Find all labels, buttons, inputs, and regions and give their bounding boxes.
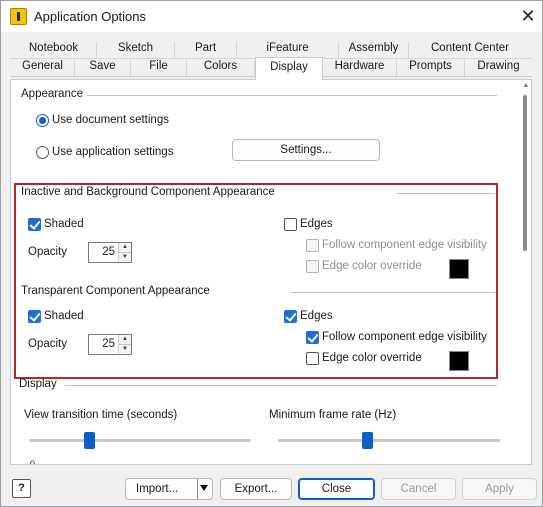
slider-tick-partial: 0: [30, 459, 36, 464]
transparent-edges-label[interactable]: Edges: [300, 310, 333, 322]
use-document-settings-label[interactable]: Use document settings: [52, 114, 169, 126]
spin-up-icon[interactable]: ▲: [118, 243, 131, 252]
spin-up-icon[interactable]: ▲: [118, 335, 131, 344]
tab-display[interactable]: Display: [255, 57, 323, 80]
spin-down-icon[interactable]: ▼: [118, 252, 131, 261]
help-icon[interactable]: ?: [12, 479, 31, 498]
min-frame-rate-track[interactable]: [278, 439, 500, 442]
panel-scrollbar[interactable]: ▲: [521, 81, 531, 463]
tab-hardware[interactable]: Hardware: [323, 60, 397, 77]
transparent-edge-color-swatch[interactable]: [449, 351, 469, 371]
use-application-settings-label[interactable]: Use application settings: [52, 146, 173, 158]
inactive-opacity-spinner[interactable]: 25 ▲ ▼: [88, 242, 132, 263]
inactive-follow-edge-checkbox[interactable]: [306, 239, 319, 252]
settings-button[interactable]: Settings...: [232, 139, 380, 161]
tab-file[interactable]: File: [131, 60, 187, 77]
close-icon[interactable]: ✕: [517, 5, 539, 27]
export-button[interactable]: Export...: [220, 478, 292, 500]
scroll-thumb[interactable]: [523, 95, 527, 251]
tab-save[interactable]: Save: [75, 60, 131, 77]
min-frame-rate-slider-thumb[interactable]: [361, 432, 373, 449]
import-split-divider: [197, 479, 198, 499]
tab-drawing[interactable]: Drawing: [465, 60, 532, 77]
transparent-edge-color-override-checkbox[interactable]: [306, 352, 319, 365]
transparent-opacity-value[interactable]: 25: [93, 338, 115, 350]
use-document-settings-radio[interactable]: [36, 114, 49, 127]
transparent-divider: [291, 292, 495, 293]
use-application-settings-radio[interactable]: [36, 146, 49, 159]
view-transition-slider-thumb[interactable]: [83, 432, 95, 449]
inactive-shaded-label[interactable]: Shaded: [44, 218, 84, 230]
inactive-heading: Inactive and Background Component Appear…: [21, 186, 275, 198]
inactive-divider: [397, 193, 495, 194]
transparent-shaded-label[interactable]: Shaded: [44, 310, 84, 322]
tab-assembly[interactable]: Assembly: [339, 42, 409, 59]
transparent-shaded-checkbox[interactable]: [28, 310, 41, 323]
view-transition-label: View transition time (seconds): [24, 409, 178, 421]
window-title: Application Options: [34, 9, 147, 24]
cancel-button[interactable]: Cancel: [381, 478, 456, 500]
inactive-shaded-checkbox[interactable]: [28, 218, 41, 231]
inactive-opacity-value[interactable]: 25: [93, 246, 115, 258]
tab-notebook[interactable]: Notebook: [11, 42, 97, 59]
inactive-follow-edge-label: Follow component edge visibility: [322, 239, 487, 251]
transparent-edge-color-override-label[interactable]: Edge color override: [322, 352, 422, 364]
transparent-opacity-spinner[interactable]: 25 ▲ ▼: [88, 334, 132, 355]
transparent-follow-edge-label[interactable]: Follow component edge visibility: [322, 331, 487, 343]
application-options-dialog: Application Options ✕ Notebook Sketch Pa…: [0, 0, 543, 507]
tab-colors[interactable]: Colors: [187, 60, 255, 77]
display-heading: Display: [19, 378, 57, 390]
title-bar: Application Options ✕: [1, 1, 542, 32]
inactive-edge-color-override-checkbox[interactable]: [306, 260, 319, 273]
tab-prompts[interactable]: Prompts: [397, 60, 465, 77]
inactive-edges-label[interactable]: Edges: [300, 218, 333, 230]
tab-part[interactable]: Part: [175, 42, 237, 59]
inactive-edge-color-swatch[interactable]: [449, 259, 469, 279]
dropdown-caret-icon[interactable]: [200, 485, 208, 491]
highlight-box: [14, 183, 498, 379]
app-logo-icon: [10, 8, 27, 25]
tab-general[interactable]: General: [11, 60, 75, 77]
inactive-opacity-label: Opacity: [28, 246, 67, 258]
appearance-heading: Appearance: [21, 88, 84, 100]
inactive-edge-color-override-label: Edge color override: [322, 260, 422, 272]
import-button-label: Import...: [136, 483, 179, 495]
transparent-follow-edge-checkbox[interactable]: [306, 331, 319, 344]
appearance-divider: [87, 95, 497, 96]
view-transition-track[interactable]: [29, 439, 251, 442]
inactive-edges-checkbox[interactable]: [284, 218, 297, 231]
tab-content-center[interactable]: Content Center: [409, 42, 531, 59]
transparent-edges-checkbox[interactable]: [284, 310, 297, 323]
apply-button[interactable]: Apply: [462, 478, 537, 500]
close-button[interactable]: Close: [298, 478, 375, 500]
spin-down-icon[interactable]: ▼: [118, 344, 131, 353]
min-frame-rate-label: Minimum frame rate (Hz): [269, 409, 397, 421]
transparent-heading: Transparent Component Appearance: [21, 285, 210, 297]
transparent-opacity-label: Opacity: [28, 338, 67, 350]
scroll-up-icon[interactable]: ▲: [522, 82, 530, 90]
tab-sketch[interactable]: Sketch: [97, 42, 175, 59]
display-divider: [65, 385, 497, 386]
